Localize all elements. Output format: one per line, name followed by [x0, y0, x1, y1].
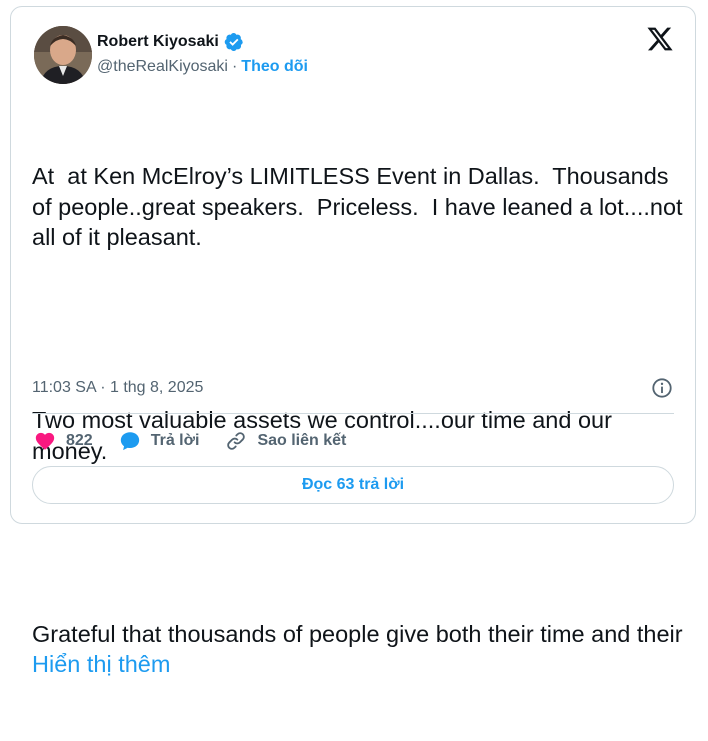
like-count: 822: [66, 432, 93, 449]
blank-line: ​: [32, 527, 688, 558]
info-icon[interactable]: [651, 377, 673, 399]
reply-label: Trả lời: [150, 432, 200, 449]
tweet-paragraph-1: At at Ken McElroy’s LIMITLESS Event in D…: [32, 163, 690, 250]
author-name[interactable]: Robert Kiyosaki: [97, 33, 219, 51]
tweet-text: At at Ken McElroy’s LIMITLESS Event in D…: [32, 100, 688, 741]
author-handle[interactable]: @theRealKiyosaki: [97, 58, 228, 76]
handle-row: @theRealKiyosaki · Theo dõi: [97, 58, 308, 76]
action-bar: 822 Trả lời Sao liên kết: [34, 429, 372, 453]
heart-icon: [35, 432, 55, 450]
read-replies-button[interactable]: Đọc 63 trả lời: [32, 466, 674, 504]
copy-link-label: Sao liên kết: [257, 432, 347, 449]
blank-line: ​: [32, 314, 688, 345]
copy-link-button[interactable]: Sao liên kết: [225, 430, 346, 452]
like-button[interactable]: 822: [34, 430, 93, 452]
separator-dot: ·: [231, 58, 238, 75]
tweet-timestamp[interactable]: 11:03 SA · 1 thg 8, 2025: [32, 379, 203, 397]
follow-button[interactable]: Theo dõi: [241, 58, 308, 76]
link-icon: [227, 432, 246, 450]
reply-button[interactable]: Trả lời: [119, 430, 200, 452]
verified-badge-icon: [224, 32, 244, 52]
avatar[interactable]: [34, 26, 92, 84]
reply-bubble-icon: [120, 432, 139, 451]
x-logo-icon[interactable]: [645, 25, 675, 53]
divider: [32, 413, 674, 414]
author-name-row[interactable]: Robert Kiyosaki: [97, 32, 244, 52]
tweet-paragraph-3: Grateful that thousands of people give b…: [32, 620, 690, 647]
tweet-card: Robert Kiyosaki @theRealKiyosaki · Theo …: [10, 6, 696, 677]
show-more-link[interactable]: Hiển thị thêm: [32, 651, 170, 677]
tweet-paragraph-3-wrapper: Grateful that thousands of people give b…: [32, 619, 688, 680]
